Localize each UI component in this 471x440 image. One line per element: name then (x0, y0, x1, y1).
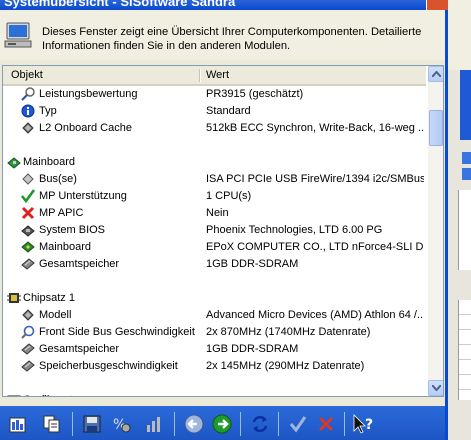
speed-icon (21, 325, 35, 339)
list-item-label: Gesamtspeicher (39, 343, 120, 355)
benchmark-icon (21, 87, 35, 101)
options-icon[interactable]: % (110, 413, 134, 435)
list-item-label: MP Unterstützung (39, 190, 127, 202)
window-title: Systemübersicht - SiSoftware Sandra (4, 0, 236, 9)
list-item[interactable]: Chipsatz 1 (3, 290, 426, 307)
summary-list[interactable]: Objekt Wert Leistungsbewertung PR3915 (ge… (2, 65, 444, 397)
memory-icon (21, 359, 35, 373)
scroll-down-button[interactable] (428, 380, 443, 396)
help-icon[interactable]: ? (350, 413, 374, 435)
list-item-value: Standard (206, 105, 251, 117)
column-object[interactable]: Objekt (11, 69, 43, 81)
chip-icon (21, 121, 35, 135)
cross-icon (21, 206, 35, 220)
list-item-value: 1 CPU(s) (206, 190, 252, 202)
column-value[interactable]: Wert (206, 69, 229, 81)
list-item (3, 375, 426, 392)
cancel-icon[interactable] (314, 413, 338, 435)
list-item-value: PR3915 (geschätzt) (206, 88, 304, 100)
ok-icon[interactable] (286, 413, 310, 435)
close-button[interactable] (426, 0, 450, 10)
list-item[interactable]: Leistungsbewertung PR3915 (geschätzt) (3, 86, 426, 103)
svg-text:?: ? (365, 417, 373, 433)
list-item[interactable]: Speicherbusgeschwindigkeit 2x 145MHz (290… (3, 358, 426, 375)
list-item-value: EPoX COMPUTER CO., LTD nForce4-SLI DD... (206, 241, 424, 253)
list-item-value: 2x 145MHz (290MHz Datenrate) (206, 360, 365, 372)
memory-icon (21, 257, 35, 271)
system-summary-window: Dieses Fenster zeigt eine Übersicht Ihre… (0, 10, 448, 440)
list-item[interactable]: System BIOS Phoenix Technologies, LTD 6.0… (3, 222, 426, 239)
graphics-icon (7, 393, 21, 396)
info-header: Dieses Fenster zeigt eine Übersicht Ihre… (0, 10, 445, 60)
list-item-label: Mainboard (39, 241, 91, 253)
report-icon[interactable] (6, 413, 30, 435)
chart-icon[interactable] (142, 413, 166, 435)
chip-icon (21, 308, 35, 322)
mainboard-icon (7, 155, 21, 169)
info-icon (21, 104, 35, 118)
list-item[interactable]: Mainboard (3, 154, 426, 171)
column-header: Objekt Wert (3, 66, 426, 86)
forward-icon[interactable] (210, 413, 234, 435)
background-windows (448, 0, 471, 440)
list-item-label: Grafiksystem (23, 394, 87, 396)
copy-icon[interactable] (40, 413, 64, 435)
list-item-label: MP APIC (39, 207, 84, 219)
list-item-label: Chipsatz 1 (23, 292, 75, 304)
refresh-icon[interactable] (248, 413, 272, 435)
list-item-label: Modell (39, 309, 72, 321)
vertical-scrollbar[interactable] (428, 66, 443, 396)
list-item[interactable]: Mainboard EPoX COMPUTER CO., LTD nForce4-… (3, 239, 426, 256)
list-item-label: L2 Onboard Cache (39, 122, 132, 134)
list-item-value: 1GB DDR-SDRAM (206, 258, 299, 270)
list-item-value: ISA PCI PCIe USB FireWire/1394 i2c/SMBus (206, 173, 424, 185)
scroll-up-button[interactable] (428, 66, 443, 82)
list-item-value: Advanced Micro Devices (AMD) Athlon 64 /… (206, 309, 424, 321)
back-icon[interactable] (182, 413, 206, 435)
computer-icon (4, 22, 32, 48)
info-text: Dieses Fenster zeigt eine Übersicht Ihre… (42, 26, 422, 52)
list-item[interactable]: Gesamtspeicher 1GB DDR-SDRAM (3, 256, 426, 273)
bottom-toolbar: % ? (0, 406, 445, 440)
list-item-label: Typ (39, 105, 57, 117)
list-item-value: 1GB DDR-SDRAM (206, 343, 299, 355)
list-item[interactable]: Modell Advanced Micro Devices (AMD) Athlo… (3, 307, 426, 324)
list-item-label: Front Side Bus Geschwindigkeit (39, 326, 195, 338)
board-icon (21, 240, 35, 254)
list-item-label: Leistungsbewertung (39, 88, 138, 100)
memory-icon (21, 342, 35, 356)
list-item (3, 273, 426, 290)
save-icon[interactable] (80, 413, 104, 435)
list-item-value: 512kB ECC Synchron, Write-Back, 16-weg .… (206, 122, 424, 134)
list-item-label: Mainboard (23, 156, 75, 168)
list-item[interactable]: Gesamtspeicher 1GB DDR-SDRAM (3, 341, 426, 358)
list-item[interactable]: Grafiksystem (3, 392, 426, 396)
list-item-value: 2x 870MHz (1740MHz Datenrate) (206, 326, 371, 338)
bus-icon (21, 172, 35, 186)
list-item-label: Speicherbusgeschwindigkeit (39, 360, 178, 372)
list-item-value: Nein (206, 207, 229, 219)
bios-icon (21, 223, 35, 237)
list-item[interactable]: Typ Standard (3, 103, 426, 120)
list-item-label: Bus(se) (39, 173, 77, 185)
list-item[interactable]: Front Side Bus Geschwindigkeit 2x 870MHz … (3, 324, 426, 341)
list-item[interactable]: L2 Onboard Cache 512kB ECC Synchron, Writ… (3, 120, 426, 137)
title-bar: Systemübersicht - SiSoftware Sandra (0, 0, 430, 10)
scroll-thumb[interactable] (429, 110, 443, 146)
list-item-label: Gesamtspeicher (39, 258, 120, 270)
chipset-icon (7, 291, 21, 305)
check-icon (20, 189, 36, 204)
list-item[interactable]: Bus(se) ISA PCI PCIe USB FireWire/1394 i2… (3, 171, 426, 188)
list-item-value: Phoenix Technologies, LTD 6.00 PG (206, 224, 383, 236)
list-item[interactable]: MP Unterstützung 1 CPU(s) (3, 188, 426, 205)
list-item[interactable]: MP APIC Nein (3, 205, 426, 222)
list-item (3, 137, 426, 154)
list-item-label: System BIOS (39, 224, 106, 236)
